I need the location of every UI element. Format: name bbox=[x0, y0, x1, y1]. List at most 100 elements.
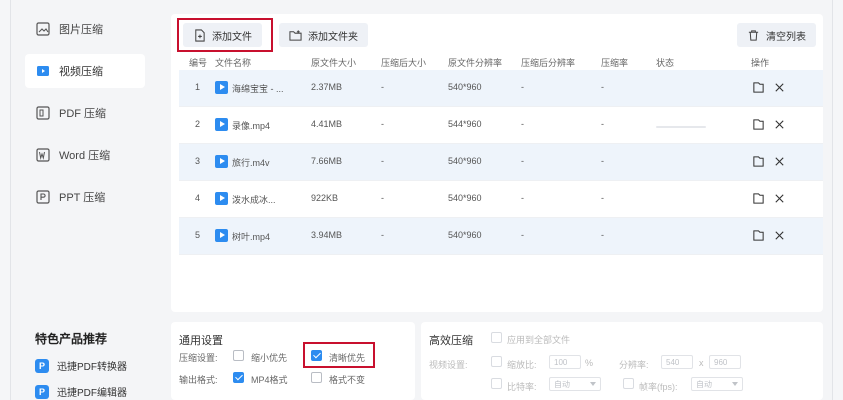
table-row[interactable]: 5 树叶.mp4 3.94MB - 540*960 - - bbox=[179, 218, 823, 255]
row-index: 5 bbox=[195, 230, 201, 240]
row-orig-res: 540*960 bbox=[448, 193, 482, 203]
table-row[interactable]: 3 旅行.m4v 7.66MB - 540*960 - - bbox=[179, 144, 823, 181]
table-row[interactable]: 2 录像.mp4 4.41MB - 544*960 - - bbox=[179, 107, 823, 144]
row-name: 录像.mp4 bbox=[232, 121, 271, 131]
row-ratio: - bbox=[601, 119, 604, 129]
resolution-height-input[interactable]: 960 bbox=[709, 355, 741, 369]
sidebar-item-word[interactable]: Word 压缩 bbox=[25, 138, 145, 172]
resolution-width-input[interactable]: 540 bbox=[661, 355, 693, 369]
open-file-icon[interactable] bbox=[751, 117, 765, 131]
row-orig-res: 540*960 bbox=[448, 230, 482, 240]
row-ratio: - bbox=[601, 156, 604, 166]
ppt-icon bbox=[35, 189, 51, 205]
sidebar-item-label: 图片压缩 bbox=[59, 24, 103, 36]
col-orig-res: 原文件分辨率 bbox=[448, 58, 503, 68]
video-file-icon bbox=[215, 118, 228, 131]
row-comp-res: - bbox=[521, 156, 524, 166]
row-orig-size: 2.37MB bbox=[311, 82, 343, 92]
open-file-icon[interactable] bbox=[751, 191, 765, 205]
row-ratio: - bbox=[601, 193, 604, 203]
pdf-editor-icon: P bbox=[35, 384, 49, 399]
sidebar: 图片压缩 视频压缩 PDF 压缩 Word 压缩 PPT 压缩 特色产品推荐 P… bbox=[11, 0, 161, 400]
apply-all-label: 应用到全部文件 bbox=[507, 335, 571, 345]
close-icon[interactable] bbox=[772, 154, 786, 168]
sidebar-item-video[interactable]: 视频压缩 bbox=[25, 54, 145, 88]
open-file-icon[interactable] bbox=[751, 80, 765, 94]
sidebar-item-label: 视频压缩 bbox=[59, 66, 103, 78]
resolution-label: 分辨率: bbox=[619, 360, 649, 370]
app-window: 图片压缩 视频压缩 PDF 压缩 Word 压缩 PPT 压缩 特色产品推荐 P… bbox=[10, 0, 833, 400]
row-orig-size: 922KB bbox=[311, 193, 339, 203]
video-file-icon bbox=[215, 81, 228, 94]
row-comp-res: - bbox=[521, 82, 524, 92]
close-icon[interactable] bbox=[772, 117, 786, 131]
row-index: 1 bbox=[195, 82, 201, 92]
general-settings-panel: 通用设置 压缩设置: 缩小优先 清晰优先 输出格式: MP4格式 格式不变 bbox=[171, 322, 415, 400]
close-icon[interactable] bbox=[772, 191, 786, 205]
word-icon bbox=[35, 147, 51, 163]
mp4-format-checkbox[interactable] bbox=[233, 372, 244, 383]
advanced-compression-panel: 高效压缩 应用到全部文件 视频设置: 缩放比: 100 % 分辨率: 540 x… bbox=[421, 322, 823, 400]
promo-item-label: 迅捷PDF转换器 bbox=[57, 362, 127, 373]
add-folder-button[interactable]: 添加文件夹 bbox=[279, 23, 368, 47]
col-comp-size: 压缩后大小 bbox=[381, 58, 427, 68]
row-orig-size: 3.94MB bbox=[311, 230, 343, 240]
scale-input[interactable]: 100 bbox=[549, 355, 581, 369]
trash-icon bbox=[748, 29, 759, 41]
row-orig-res: 540*960 bbox=[448, 156, 482, 166]
general-settings-title: 通用设置 bbox=[179, 335, 223, 347]
promo-item-pdf-editor[interactable]: P 迅捷PDF编辑器 bbox=[35, 384, 127, 399]
table-row[interactable]: 1 海绵宝宝 - ... 2.37MB - 540*960 - - bbox=[179, 70, 823, 107]
sidebar-item-ppt[interactable]: PPT 压缩 bbox=[25, 180, 145, 214]
advanced-title: 高效压缩 bbox=[429, 335, 473, 347]
chevron-down-icon bbox=[590, 382, 596, 386]
open-file-icon[interactable] bbox=[751, 228, 765, 242]
row-orig-size: 4.41MB bbox=[311, 119, 343, 129]
fps-label: 帧率(fps): bbox=[639, 382, 678, 392]
video-icon bbox=[35, 63, 51, 79]
scale-unit: % bbox=[585, 358, 594, 368]
add-folder-label: 添加文件夹 bbox=[308, 31, 358, 43]
resolution-x: x bbox=[699, 358, 704, 368]
small-first-label: 缩小优先 bbox=[251, 353, 288, 363]
fps-select[interactable]: 自动 bbox=[691, 377, 743, 391]
apply-all-checkbox[interactable] bbox=[491, 332, 502, 343]
row-index: 4 bbox=[195, 193, 201, 203]
close-icon[interactable] bbox=[772, 228, 786, 242]
sidebar-item-image[interactable]: 图片压缩 bbox=[25, 12, 145, 46]
scale-checkbox[interactable] bbox=[491, 356, 502, 367]
image-icon bbox=[35, 21, 51, 37]
sidebar-item-pdf[interactable]: PDF 压缩 bbox=[25, 96, 145, 130]
fps-checkbox[interactable] bbox=[623, 378, 634, 389]
row-name: 旅行.m4v bbox=[232, 158, 270, 168]
video-file-icon bbox=[215, 155, 228, 168]
highlight-box-add-file bbox=[177, 18, 273, 52]
col-name: 文件名称 bbox=[215, 58, 252, 68]
add-folder-icon bbox=[289, 29, 302, 41]
row-name: 树叶.mp4 bbox=[232, 232, 271, 242]
bitrate-checkbox[interactable] bbox=[491, 378, 502, 389]
row-index: 2 bbox=[195, 119, 201, 129]
row-comp-res: - bbox=[521, 193, 524, 203]
clear-list-button[interactable]: 清空列表 bbox=[737, 23, 816, 47]
table-header: 编号 文件名称 原文件大小 压缩后大小 原文件分辨率 压缩后分辨率 压缩率 状态… bbox=[179, 52, 823, 72]
bitrate-select[interactable]: 自动 bbox=[549, 377, 601, 391]
row-ratio: - bbox=[601, 230, 604, 240]
pdf-icon bbox=[35, 105, 51, 121]
col-action: 操作 bbox=[751, 58, 770, 68]
status-progress-bar bbox=[656, 126, 706, 128]
video-setting-label: 视频设置: bbox=[429, 360, 468, 370]
sidebar-item-label: Word 压缩 bbox=[59, 150, 111, 162]
close-icon[interactable] bbox=[772, 80, 786, 94]
table-row[interactable]: 4 泼水成冰... 922KB - 540*960 - - bbox=[179, 181, 823, 218]
sidebar-item-label: PPT 压缩 bbox=[59, 192, 106, 204]
row-comp-size: - bbox=[381, 230, 384, 240]
promo-item-pdf-converter[interactable]: P 迅捷PDF转换器 bbox=[35, 358, 127, 373]
fps-select-value: 自动 bbox=[696, 379, 712, 389]
keep-format-label: 格式不变 bbox=[329, 375, 366, 385]
keep-format-checkbox[interactable] bbox=[311, 372, 322, 383]
row-comp-res: - bbox=[521, 230, 524, 240]
open-file-icon[interactable] bbox=[751, 154, 765, 168]
row-comp-size: - bbox=[381, 156, 384, 166]
small-first-checkbox[interactable] bbox=[233, 350, 244, 361]
